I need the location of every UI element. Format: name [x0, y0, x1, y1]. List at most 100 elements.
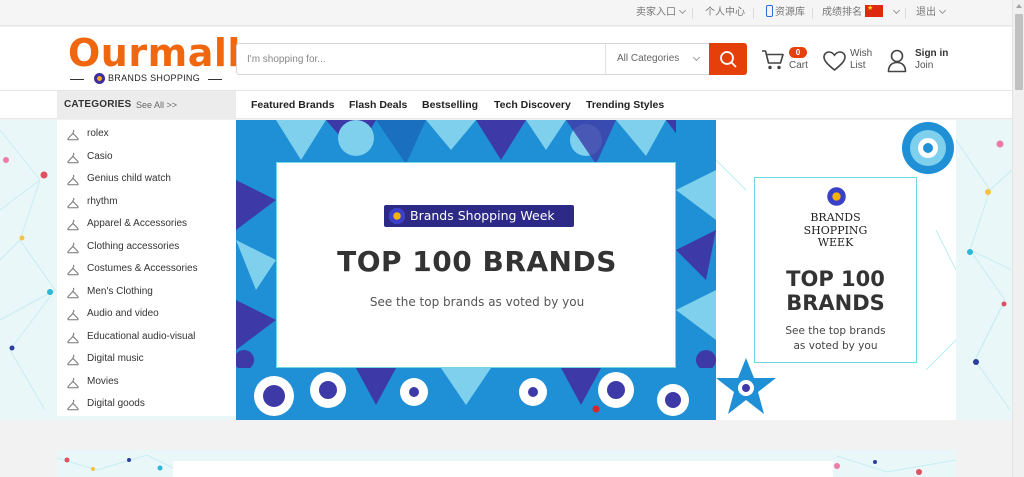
- subtitle-line: as voted by you: [793, 340, 878, 352]
- category-item[interactable]: Men's Clothing: [57, 282, 236, 304]
- hanger-icon: [67, 287, 79, 298]
- category-list: rolex Casio Genius child watch rhythm Appare…: [57, 120, 236, 416]
- nav-featured-brands[interactable]: Featured Brands: [251, 99, 334, 111]
- hanger-icon: [67, 174, 79, 186]
- category-item[interactable]: rolex: [57, 124, 236, 146]
- join-link[interactable]: Join: [915, 60, 933, 71]
- category-item[interactable]: Genius child watch: [57, 169, 236, 191]
- wish-label-line2: List: [850, 60, 866, 71]
- category-item-label: rolex: [87, 128, 109, 139]
- brands-shopping-week-label: Brands Shopping Week: [410, 208, 555, 223]
- chevron-down-icon: [938, 6, 947, 15]
- category-item-label: Digital music: [87, 353, 144, 364]
- side-banner-title: TOP 100 BRANDS: [755, 267, 916, 315]
- nav-trending-styles[interactable]: Trending Styles: [586, 99, 664, 111]
- seller-entry-link[interactable]: 卖家入口: [636, 0, 687, 26]
- logo-text: Ourmall: [68, 31, 241, 75]
- flag-icon: [865, 5, 883, 18]
- nav-tech-discovery[interactable]: Tech Discovery: [494, 99, 571, 111]
- nav-bestselling[interactable]: Bestselling: [422, 99, 478, 111]
- divider: [208, 79, 222, 80]
- page-scrollbar[interactable]: [1012, 0, 1024, 477]
- banner-title: TOP 100 BRANDS: [337, 245, 617, 278]
- hanger-icon: [67, 264, 79, 276]
- hanger-icon: [67, 354, 79, 366]
- user-icon: [887, 49, 907, 73]
- category-select[interactable]: All Categories: [605, 44, 709, 74]
- ranking-dropdown[interactable]: [890, 0, 901, 26]
- category-item[interactable]: Educational audio-visual: [57, 327, 236, 349]
- category-item-label: rhythm: [87, 195, 118, 207]
- category-item-label: Audio and video: [87, 308, 159, 319]
- medal-icon: [389, 208, 405, 224]
- category-item[interactable]: Costumes & Accessories: [57, 259, 236, 281]
- phone-icon: [766, 5, 773, 18]
- category-item[interactable]: Movies: [57, 372, 236, 394]
- category-item-label: Movies: [87, 375, 119, 387]
- hanger-icon: [67, 219, 79, 231]
- see-all-link[interactable]: See All >>: [136, 100, 177, 110]
- title-line: TOP 100: [786, 267, 885, 291]
- hanger-icon: [67, 399, 79, 411]
- wish-label-line1: Wish: [850, 48, 873, 59]
- logo[interactable]: Ourmall BRANDS SHOPPING: [68, 33, 240, 85]
- side-banner-eyebrow: BRANDS SHOPPING WEEK: [755, 211, 916, 250]
- resource-library-label: 资源库: [775, 7, 805, 18]
- scroll-up-arrow-icon[interactable]: [1016, 4, 1022, 8]
- category-item[interactable]: Audio and video: [57, 304, 236, 326]
- categories-header: CATEGORIES See All >>: [57, 91, 236, 119]
- eyebrow-line: BRANDS: [810, 211, 861, 224]
- search-button[interactable]: [709, 43, 747, 75]
- category-item[interactable]: Digital goods: [57, 394, 236, 416]
- category-item-label: Genius child watch: [87, 173, 171, 184]
- medal-icon: [94, 73, 105, 84]
- category-item[interactable]: rhythm: [57, 192, 236, 214]
- hanger-icon: [67, 377, 79, 388]
- category-item[interactable]: Clothing accessories: [57, 237, 236, 259]
- eyebrow-line: WEEK: [817, 236, 854, 249]
- chevron-down-icon: [692, 53, 701, 62]
- chevron-down-icon: [892, 6, 901, 15]
- side-banner[interactable]: BRANDS SHOPPING WEEK TOP 100 BRANDS See …: [716, 120, 956, 420]
- hanger-icon: [67, 332, 79, 343]
- search-icon: [720, 51, 737, 68]
- logout-link[interactable]: 退出: [916, 0, 947, 26]
- logout-label: 退出: [916, 7, 936, 18]
- cart-label: Cart: [789, 60, 808, 71]
- scroll-thumb[interactable]: [1015, 14, 1023, 90]
- ranking-link[interactable]: 成绩排名: [822, 0, 883, 26]
- category-item[interactable]: Apparel & Accessories: [57, 214, 236, 236]
- logo-tagline: BRANDS SHOPPING: [108, 73, 201, 83]
- category-item[interactable]: Casio: [57, 147, 236, 169]
- main-banner[interactable]: Brands Shopping Week TOP 100 BRANDS See …: [236, 120, 716, 420]
- seller-entry-label: 卖家入口: [636, 7, 676, 18]
- banner-card: Brands Shopping Week TOP 100 BRANDS See …: [276, 162, 676, 368]
- category-item-label: Digital goods: [87, 398, 145, 409]
- side-banner-subtitle: See the top brands as voted by you: [755, 324, 916, 354]
- hanger-icon: [67, 309, 79, 321]
- logo-tagline-row: BRANDS SHOPPING: [68, 73, 222, 85]
- category-select-value: All Categories: [617, 53, 680, 64]
- hanger-icon: [67, 129, 79, 141]
- divider: [753, 8, 754, 19]
- sign-in-link[interactable]: Sign in: [915, 48, 948, 59]
- side-banner-card: BRANDS SHOPPING WEEK TOP 100 BRANDS See …: [754, 177, 917, 363]
- personal-center-link[interactable]: 个人中心: [705, 0, 745, 26]
- main-nav: CATEGORIES See All >> Featured Brands Fl…: [0, 91, 1012, 119]
- divider: [692, 8, 693, 19]
- category-item[interactable]: Digital music: [57, 349, 236, 371]
- resource-library-link[interactable]: 资源库: [766, 0, 805, 26]
- nav-flash-deals[interactable]: Flash Deals: [349, 99, 407, 111]
- strip-panel: [173, 461, 833, 477]
- category-item-label: Educational audio-visual: [87, 330, 196, 342]
- category-item-label: Men's Clothing: [87, 285, 153, 297]
- cart-count-badge: 0: [789, 47, 807, 58]
- hanger-icon: [67, 242, 79, 253]
- ranking-label: 成绩排名: [822, 7, 862, 18]
- next-section-banner[interactable]: [57, 450, 956, 477]
- medal-icon: [827, 187, 846, 206]
- subtitle-line: See the top brands: [785, 325, 886, 337]
- category-item-label: Clothing accessories: [87, 240, 180, 252]
- hanger-icon: [67, 152, 79, 163]
- search-input[interactable]: [237, 44, 605, 74]
